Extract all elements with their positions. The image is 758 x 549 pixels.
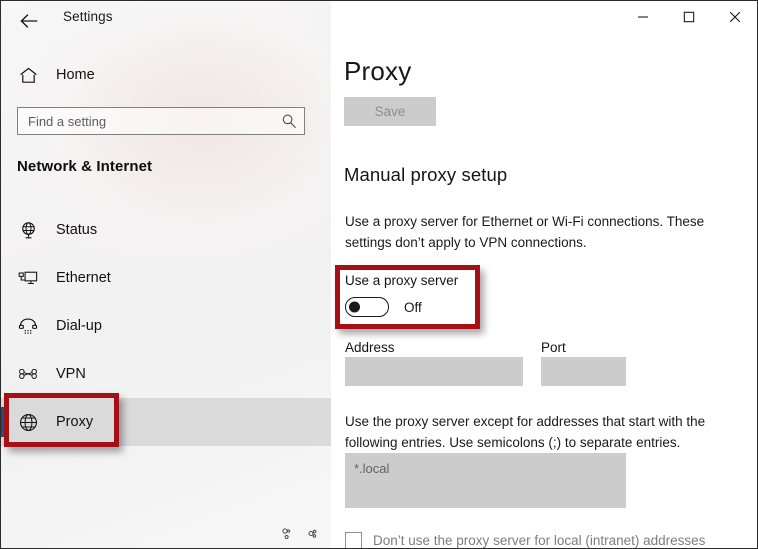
main-content: Proxy Save Manual proxy setup Use a prox…: [332, 1, 757, 548]
sidebar-section-header: Network & Internet: [17, 158, 153, 175]
manual-proxy-setup-heading: Manual proxy setup: [344, 164, 508, 185]
settings-window: Settings Home Network & Internet: [0, 0, 758, 549]
sidebar-item-home[interactable]: Home: [1, 59, 331, 91]
sidebar-nav-list: Status Ethernet Dial-up VPN Proxy: [1, 206, 331, 446]
sidebar-item-ethernet-label: Ethernet: [56, 270, 111, 286]
maximize-icon[interactable]: [666, 1, 712, 33]
address-label: Address: [345, 340, 395, 355]
port-label: Port: [541, 340, 566, 355]
use-proxy-server-group: Use a proxy server Off: [345, 273, 545, 317]
close-icon[interactable]: [712, 1, 757, 33]
sidebar-item-home-label: Home: [56, 67, 95, 83]
sidebar-item-dialup[interactable]: Dial-up: [1, 302, 331, 350]
address-input[interactable]: [345, 357, 523, 386]
sidebar-item-status[interactable]: Status: [1, 206, 331, 254]
port-input[interactable]: [541, 357, 626, 386]
home-icon: [17, 64, 39, 86]
sidebar-item-proxy[interactable]: Proxy: [1, 398, 331, 446]
exceptions-textarea[interactable]: [345, 453, 626, 508]
sidebar-item-proxy-label: Proxy: [56, 414, 94, 430]
phone-handset-icon: [17, 315, 39, 337]
exceptions-description: Use the proxy server except for addresse…: [345, 414, 706, 450]
globe-icon: [17, 411, 39, 433]
sidebar-titlebar: Settings: [1, 1, 331, 41]
use-proxy-server-label: Use a proxy server: [345, 273, 459, 288]
sidebar-footer-glyphs: [279, 526, 323, 542]
intranet-checkbox-label: Don’t use the proxy server for local (in…: [373, 533, 706, 548]
globe-stand-icon: [17, 219, 39, 241]
toggle-state-label: Off: [404, 299, 422, 315]
minimize-icon[interactable]: [620, 1, 666, 33]
sidebar: Settings Home Network & Internet: [1, 1, 331, 548]
use-proxy-server-toggle[interactable]: Off: [345, 297, 545, 317]
page-title: Proxy: [344, 56, 412, 86]
vpn-key-icon: [17, 363, 39, 385]
window-controls: [618, 1, 757, 33]
intranet-checkbox[interactable]: [345, 532, 362, 548]
back-arrow-icon[interactable]: [13, 5, 45, 37]
search-input[interactable]: [18, 109, 276, 133]
toggle-knob: [349, 301, 360, 313]
ethernet-icon: [17, 267, 39, 289]
sidebar-item-status-label: Status: [56, 222, 98, 238]
intranet-checkbox-row[interactable]: Don’t use the proxy server for local (in…: [345, 532, 705, 548]
save-button[interactable]: Save: [344, 97, 436, 126]
search-icon[interactable]: [276, 108, 302, 134]
manual-proxy-description: Use a proxy server for Ethernet or Wi-Fi…: [345, 214, 705, 250]
search-box[interactable]: [17, 107, 305, 135]
sidebar-item-ethernet[interactable]: Ethernet: [1, 254, 331, 302]
toggle-switch-icon[interactable]: [345, 297, 389, 317]
sidebar-item-vpn[interactable]: VPN: [1, 350, 331, 398]
sidebar-item-vpn-label: VPN: [56, 366, 86, 382]
window-title: Settings: [63, 9, 113, 24]
sidebar-item-dialup-label: Dial-up: [56, 318, 102, 334]
